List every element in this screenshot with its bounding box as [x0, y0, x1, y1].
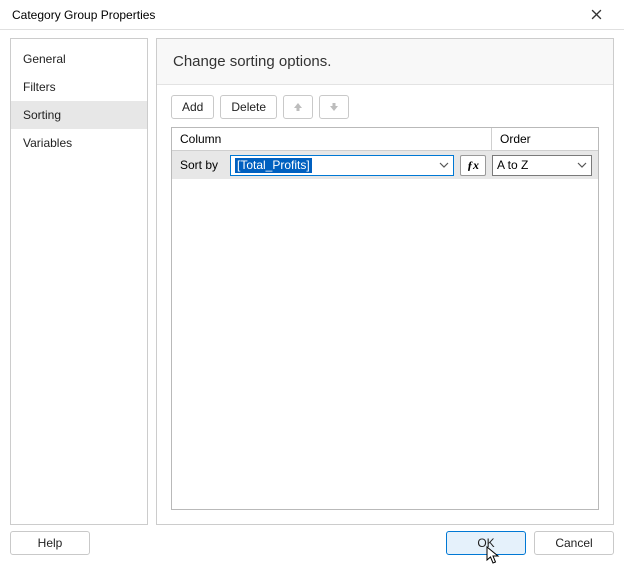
close-icon	[591, 9, 602, 20]
sidebar-item-general[interactable]: General	[11, 45, 147, 73]
grid-header: Column Order	[172, 128, 598, 151]
titlebar: Category Group Properties	[0, 0, 624, 30]
help-button[interactable]: Help	[10, 531, 90, 555]
expression-editor-button[interactable]: ƒx	[460, 155, 486, 176]
sidebar-item-variables[interactable]: Variables	[11, 129, 147, 157]
sort-expression-value: [Total_Profits]	[235, 158, 312, 173]
arrow-up-icon	[292, 101, 304, 113]
move-down-button[interactable]	[319, 95, 349, 119]
add-button[interactable]: Add	[171, 95, 214, 119]
sort-grid: Column Order Sort by [Total_Profits] ƒx …	[171, 127, 599, 510]
window-title: Category Group Properties	[12, 8, 155, 22]
sidebar-item-sorting[interactable]: Sorting	[11, 101, 147, 129]
sort-expression-combobox[interactable]: [Total_Profits]	[230, 155, 454, 176]
cancel-button[interactable]: Cancel	[534, 531, 614, 555]
ok-button[interactable]: OK	[446, 531, 526, 555]
main-panel: Change sorting options. Add Delete Colum…	[156, 38, 614, 525]
sort-order-combobox[interactable]: A to Z	[492, 155, 592, 176]
close-button[interactable]	[576, 1, 616, 29]
sort-row: Sort by [Total_Profits] ƒx A to Z	[172, 151, 598, 179]
sort-order-value: A to Z	[497, 158, 528, 172]
grid-header-order: Order	[492, 128, 598, 150]
arrow-down-icon	[328, 101, 340, 113]
chevron-down-icon	[439, 162, 449, 168]
sort-row-label: Sort by	[178, 158, 224, 172]
delete-button[interactable]: Delete	[220, 95, 277, 119]
fx-icon: ƒx	[467, 158, 479, 173]
chevron-down-icon	[577, 162, 587, 168]
grid-header-column: Column	[172, 128, 492, 150]
page-heading: Change sorting options.	[157, 39, 613, 85]
move-up-button[interactable]	[283, 95, 313, 119]
sidebar: General Filters Sorting Variables	[10, 38, 148, 525]
dialog-footer: Help OK Cancel	[0, 525, 624, 563]
sort-toolbar: Add Delete	[171, 95, 599, 119]
sidebar-item-filters[interactable]: Filters	[11, 73, 147, 101]
